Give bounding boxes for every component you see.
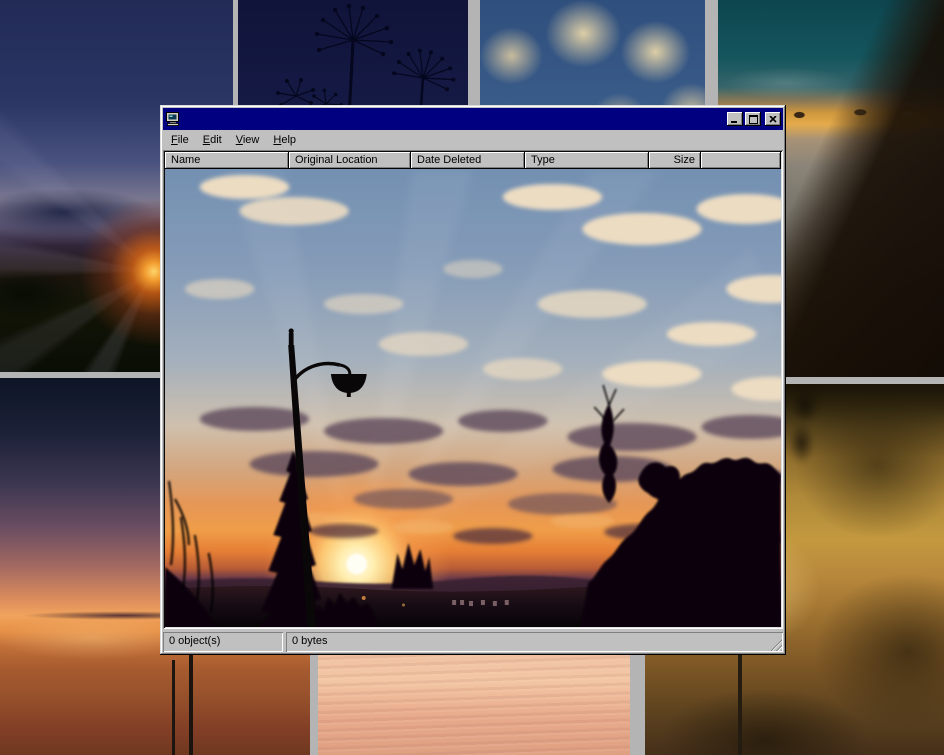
list-viewport[interactable] [165,169,781,627]
list-view: Name Original Location Date Deleted Type… [163,150,783,629]
desktop-wallpaper: File Edit View Help Name Original Locati… [0,0,944,755]
column-header-size[interactable]: Size [649,152,701,169]
column-header-date-deleted[interactable]: Date Deleted [411,152,525,169]
close-icon [769,116,777,123]
computer-icon[interactable] [165,111,181,127]
minimize-icon [731,115,739,123]
status-bar: 0 object(s) 0 bytes [163,632,783,652]
menu-edit[interactable]: Edit [196,131,229,149]
column-header-type[interactable]: Type [525,152,649,169]
window-controls [727,112,781,126]
menu-view[interactable]: View [229,131,267,149]
minimize-button[interactable] [727,112,743,126]
menu-help[interactable]: Help [266,131,303,149]
water-pole [172,660,175,755]
close-button[interactable] [765,112,781,126]
status-byte-count: 0 bytes [286,632,783,652]
maximize-icon [749,115,758,124]
menu-file[interactable]: File [164,131,196,149]
tree-silhouette [783,384,827,479]
maximize-button[interactable] [745,112,761,126]
column-header-name[interactable]: Name [165,152,289,169]
sunset-lamppost-photo [165,169,781,627]
menu-bar: File Edit View Help [163,130,783,150]
water-pole [189,648,193,755]
column-header-empty [701,152,781,169]
title-bar[interactable] [163,108,783,130]
column-header-original-location[interactable]: Original Location [289,152,411,169]
column-header-row: Name Original Location Date Deleted Type… [165,152,781,169]
recycle-bin-window: File Edit View Help Name Original Locati… [160,105,786,655]
status-object-count: 0 object(s) [163,632,283,652]
